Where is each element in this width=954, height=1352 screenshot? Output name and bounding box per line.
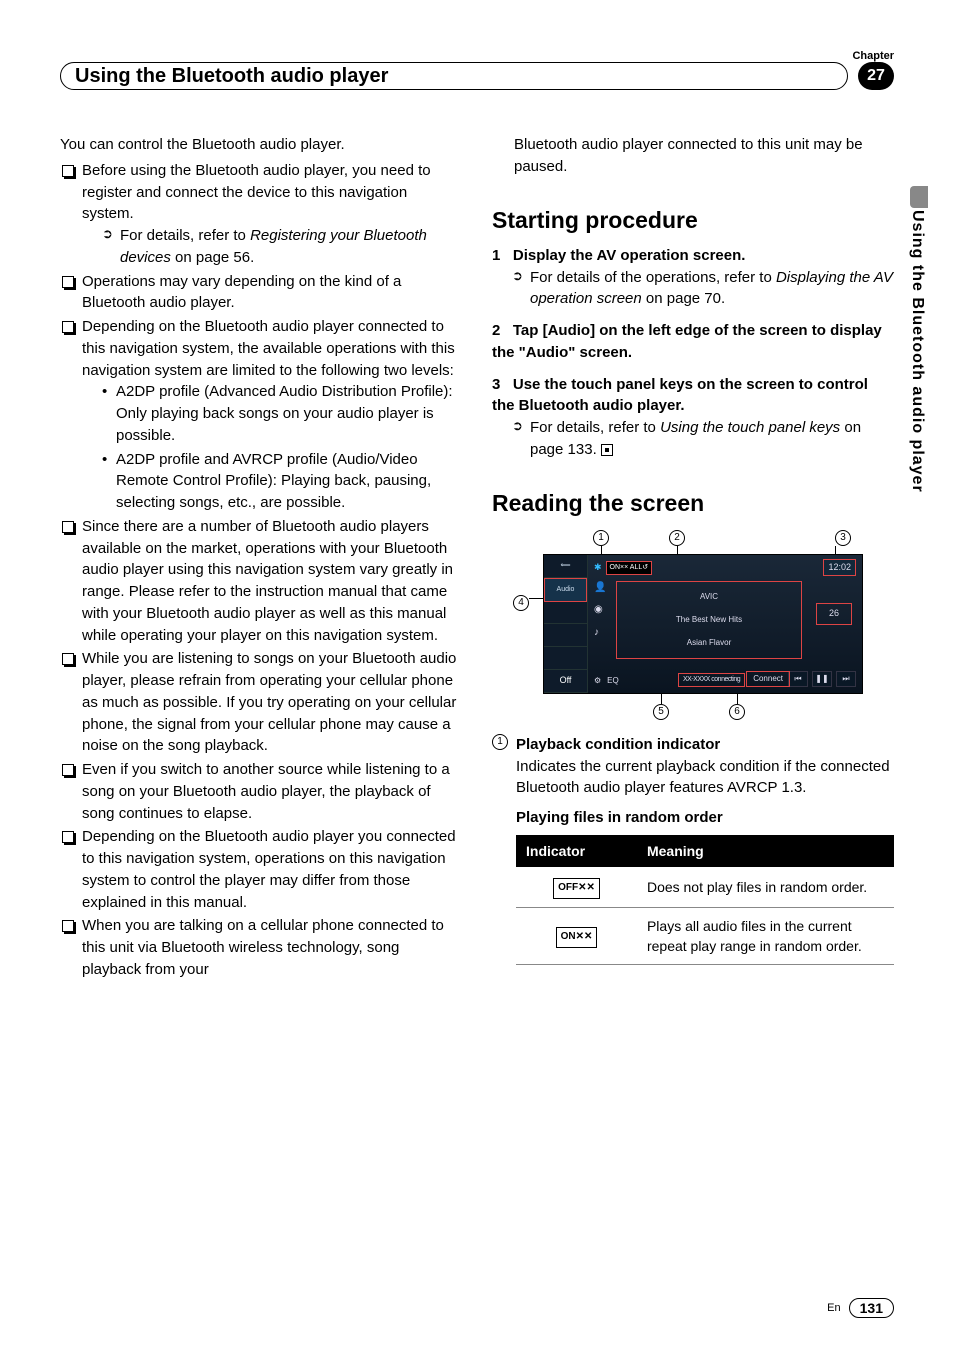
sub-text-prefix: For details, refer to	[120, 227, 250, 244]
indicator-off-icon: OFF✕✕	[553, 878, 600, 899]
step-head-text: Use the touch panel keys on the screen t…	[492, 376, 868, 415]
prev-button-icon: ⏮	[788, 671, 808, 687]
sidebar-tab-off: Off	[544, 670, 587, 693]
table-row: OFF✕✕ Does not play files in random orde…	[516, 867, 894, 907]
screen-diagram: 1 2 3 4 ⟸ Audio Off	[513, 530, 873, 720]
bullet-text: Since there are a number of Bluetooth au…	[82, 518, 453, 644]
sidebar-tab-blank	[544, 624, 587, 647]
dash-item: A2DP profile and AVRCP profile (Audio/Vi…	[102, 449, 462, 514]
track-icon: ♪	[594, 626, 606, 641]
step-number: 2	[492, 322, 500, 339]
step-number: 1	[492, 247, 500, 264]
next-button-icon: ⏭	[836, 671, 856, 687]
step-1: 1 Display the AV operation screen. For d…	[492, 245, 894, 310]
artist-icon: 👤	[594, 581, 606, 596]
chapter-number-badge: 27	[858, 62, 894, 90]
bullet-item: While you are listening to songs on your…	[60, 648, 462, 757]
step-head-text: Display the AV operation screen.	[513, 247, 746, 264]
right-column: Bluetooth audio player connected to this…	[492, 134, 894, 983]
continuation-text: Bluetooth audio player connected to this…	[492, 134, 894, 178]
sidebar-tab-blank2	[544, 647, 587, 670]
arrow-sub-item: For details of the operations, refer to …	[512, 267, 894, 311]
sidebar-tab-av	[544, 602, 587, 625]
track-album: The Best New Hits	[676, 614, 742, 626]
arrow-sub-item: For details, refer to Registering your B…	[102, 225, 462, 269]
bullet-text: Even if you switch to another source whi…	[82, 761, 450, 822]
description-item-1: 1 Playback condition indicator Indicates…	[492, 734, 894, 799]
step-3: 3 Use the touch panel keys on the screen…	[492, 374, 894, 461]
indicator-table: Indicator Meaning OFF✕✕ Does not play fi…	[516, 835, 894, 965]
step-arrow-ref: Using the touch panel keys	[660, 419, 840, 436]
title-bar: Using the Bluetooth audio player 27	[60, 62, 894, 90]
bullet-item: Operations may vary depending on the kin…	[60, 271, 462, 315]
left-column: You can control the Bluetooth audio play…	[60, 134, 462, 983]
callout-1: 1	[593, 530, 609, 546]
table-row: ON✕✕ Plays all audio files in the curren…	[516, 907, 894, 965]
desc-title-1: Playback condition indicator	[516, 734, 720, 756]
bullet-text: When you are talking on a cellular phone…	[82, 917, 444, 978]
pause-button-icon: ❚❚	[812, 671, 832, 687]
connection-status-label: XX-XXXX connecting	[678, 673, 745, 687]
bullet-text: Before using the Bluetooth audio player,…	[82, 162, 431, 223]
bullet-item: When you are talking on a cellular phone…	[60, 915, 462, 980]
page-title: Using the Bluetooth audio player	[75, 65, 388, 88]
footer-lang: En	[827, 1302, 840, 1314]
track-number-box: 26	[816, 603, 852, 625]
page-number-badge: 131	[849, 1298, 894, 1318]
bullet-item: Since there are a number of Bluetooth au…	[60, 516, 462, 647]
callout-3: 3	[835, 530, 851, 546]
side-chapter-marker	[910, 186, 928, 208]
step-2: 2 Tap [Audio] on the left edge of the sc…	[492, 320, 894, 364]
album-icon: ◉	[594, 603, 606, 618]
indicator-on-icon: ON✕✕	[556, 927, 598, 948]
eq-label: EQ	[607, 675, 619, 687]
bullet-item: Depending on the Bluetooth audio player …	[60, 316, 462, 514]
sidebar-tab-audio: Audio	[544, 578, 587, 602]
bullet-item: Depending on the Bluetooth audio player …	[60, 826, 462, 913]
th-meaning: Meaning	[637, 835, 894, 867]
step-arrow-suffix: on page 70.	[642, 290, 725, 307]
desc-num-1: 1	[492, 734, 508, 750]
bullet-item: Even if you switch to another source whi…	[60, 759, 462, 824]
chapter-label: Chapter	[60, 50, 894, 62]
callout-4: 4	[513, 595, 529, 611]
bullet-text: While you are listening to songs on your…	[82, 650, 456, 754]
intro-text: You can control the Bluetooth audio play…	[60, 134, 462, 156]
device-screen: ⟸ Audio Off ✱ ON×× ALL↺ 12:02 👤 ◉	[543, 554, 863, 694]
track-artist: AVIC	[700, 591, 718, 603]
starting-procedure-heading: Starting procedure	[492, 204, 894, 237]
meaning-cell: Does not play files in random order.	[637, 867, 894, 907]
end-of-section-icon	[601, 444, 613, 456]
bullet-text: Depending on the Bluetooth audio player …	[82, 828, 456, 910]
reading-screen-heading: Reading the screen	[492, 487, 894, 520]
arrow-sub-item: For details, refer to Using the touch pa…	[512, 417, 894, 461]
callout-2: 2	[669, 530, 685, 546]
callout-6: 6	[729, 704, 745, 720]
dash-item: A2DP profile (Advanced Audio Distributio…	[102, 381, 462, 446]
connect-button-label: Connect	[746, 671, 790, 687]
th-indicator: Indicator	[516, 835, 637, 867]
gear-icon: ⚙	[594, 675, 601, 687]
table-title: Playing files in random order	[516, 807, 894, 829]
step-head-text: Tap [Audio] on the left edge of the scre…	[492, 322, 882, 361]
track-title: Asian Flavor	[687, 637, 731, 649]
sub-text-suffix: on page 56.	[171, 249, 254, 266]
footer: En 131	[827, 1298, 894, 1318]
sidebar-tab-map: ⟸	[544, 555, 587, 578]
meaning-cell: Plays all audio files in the current rep…	[637, 907, 894, 965]
bullet-item: Before using the Bluetooth audio player,…	[60, 160, 462, 269]
bullet-text: Depending on the Bluetooth audio player …	[82, 318, 455, 379]
indicator-top: ON×× ALL↺	[606, 561, 653, 575]
side-chapter-tab: Using the Bluetooth audio player	[908, 210, 926, 493]
bullet-text: Operations may vary depending on the kin…	[82, 273, 401, 312]
step-arrow-prefix: For details of the operations, refer to	[530, 269, 776, 286]
callout-5: 5	[653, 704, 669, 720]
step-arrow-prefix: For details, refer to	[530, 419, 660, 436]
step-number: 3	[492, 376, 500, 393]
clock-display: 12:02	[823, 559, 856, 576]
desc-body-1: Indicates the current playback condition…	[492, 756, 894, 800]
